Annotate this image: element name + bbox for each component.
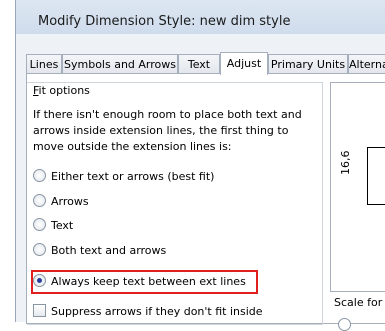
dimension-text: 16,6 [339,150,352,176]
radio-both-text-and-arrows[interactable]: Both text and arrows [33,243,166,259]
tab-primary-units[interactable]: Primary Units [268,54,348,74]
adjust-panel: Fit options If there isn't enough room t… [26,73,385,331]
fit-options-label: Fit options [31,84,92,97]
extension-line-top [367,147,385,148]
suppress-arrows-checkbox[interactable] [33,304,46,317]
radio-button[interactable] [33,218,46,231]
radio-either-text-or-arrows[interactable]: Either text or arrows (best fit) [33,169,214,185]
title-bar: Modify Dimension Style: new dim style [16,0,385,34]
fit-options-group: Fit options If there isn't enough room t… [27,82,323,325]
radio-text[interactable]: Text [33,218,73,234]
tab-text[interactable]: Text [178,54,220,74]
scale-radio-button[interactable] [338,318,351,331]
extension-line-bottom [367,204,385,205]
radio-always-keep-text-between-ext-lines[interactable]: Always keep text between ext lines [33,274,246,290]
tab-alternate[interactable]: Alternate [348,54,385,74]
dialog-title: Modify Dimension Style: new dim style [38,14,291,29]
radio-button[interactable] [33,194,46,207]
radio-button-selected[interactable] [33,274,46,287]
tab-adjust[interactable]: Adjust [220,52,268,75]
tab-symbols-and-arrows[interactable]: Symbols and Arrows [62,54,178,74]
dimension-line [367,147,368,205]
radio-button[interactable] [33,169,46,182]
scale-group-label: Scale for d [334,296,385,309]
suppress-arrows-checkbox-row[interactable]: Suppress arrows if they don't fit inside [33,304,263,320]
dialog-window: Modify Dimension Style: new dim style Li… [15,0,385,331]
dimension-preview: 16,6 [330,82,385,292]
radio-button[interactable] [33,243,46,256]
fit-options-description: If there isn't enough room to place both… [33,108,302,153]
radio-arrows[interactable]: Arrows [33,194,89,210]
tab-lines[interactable]: Lines [26,54,62,74]
